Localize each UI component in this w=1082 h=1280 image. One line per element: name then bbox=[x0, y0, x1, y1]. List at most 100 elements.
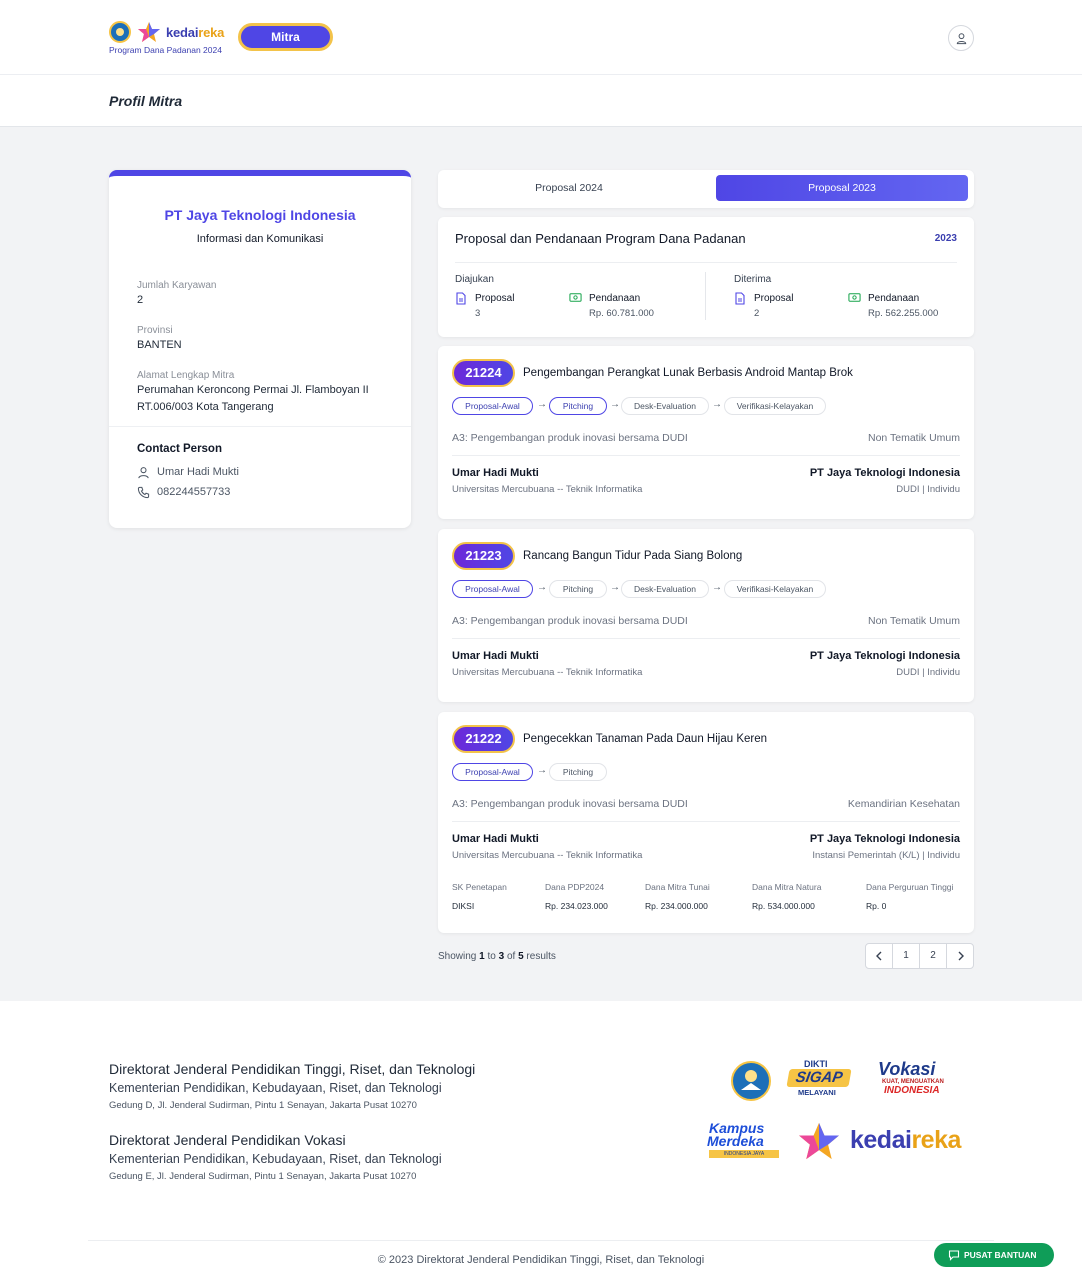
phone-icon bbox=[137, 486, 150, 499]
tab-proposal-2023[interactable]: Proposal 2023 bbox=[716, 175, 968, 201]
next-page-button[interactable] bbox=[947, 944, 974, 968]
document-icon bbox=[456, 292, 466, 305]
proposal-card[interactable]: 21222 Pengecekkan Tanaman Pada Daun Hija… bbox=[438, 712, 974, 933]
tutwuri-logo bbox=[731, 1061, 771, 1101]
funding-header: Dana Mitra Tunai bbox=[645, 882, 710, 892]
proposal-card[interactable]: 21224 Pengembangan Perangkat Lunak Berba… bbox=[438, 346, 974, 519]
stat-label: Proposal bbox=[754, 293, 794, 304]
arrow-right-icon: → bbox=[712, 582, 722, 593]
kedaireka-star-icon bbox=[138, 22, 160, 42]
summary-title: Proposal dan Pendanaan Program Dana Pada… bbox=[455, 231, 746, 246]
page-1-button[interactable]: 1 bbox=[893, 944, 920, 968]
kedaireka-footer-logo: kedaireka bbox=[794, 1119, 976, 1163]
divider bbox=[455, 262, 957, 263]
user-icon bbox=[956, 33, 967, 45]
proposer-name: Umar Hadi Mukti bbox=[452, 650, 539, 662]
funding-value: Rp. 0 bbox=[866, 901, 887, 911]
accepted-label: Diterima bbox=[734, 274, 772, 285]
proposal-title[interactable]: Pengembangan Perangkat Lunak Berbasis An… bbox=[523, 367, 853, 379]
funding-header: Dana Mitra Natura bbox=[752, 882, 822, 892]
copyright: © 2023 Direktorat Jenderal Pendidikan Ti… bbox=[377, 1254, 705, 1266]
province-value: BANTEN bbox=[137, 339, 182, 351]
proposer-name: Umar Hadi Mukti bbox=[452, 833, 539, 845]
role-mitra-button[interactable]: Mitra bbox=[238, 23, 333, 51]
stage-proposal-awal: Proposal-Awal bbox=[452, 397, 533, 415]
arrow-right-icon: → bbox=[610, 582, 620, 593]
kedaireka-star-icon bbox=[799, 1122, 839, 1160]
partner-profile-card: PT Jaya Teknologi Indonesia Informasi da… bbox=[109, 170, 411, 528]
partner-company: PT Jaya Teknologi Indonesia bbox=[809, 467, 960, 479]
proposer-name: Umar Hadi Mukti bbox=[452, 467, 539, 479]
summary-year: 2023 bbox=[934, 233, 957, 244]
address-label: Alamat Lengkap Mitra bbox=[137, 370, 235, 381]
stat-label: Pendanaan bbox=[589, 293, 641, 304]
stage-proposal-awal: Proposal-Awal bbox=[452, 763, 533, 781]
stage-pitching: Pitching bbox=[549, 580, 607, 598]
funding-value: Rp. 234.023.000 bbox=[545, 901, 608, 911]
divider bbox=[109, 426, 411, 427]
divider bbox=[452, 455, 960, 456]
proposal-theme: Non Tematik Umum bbox=[868, 615, 960, 627]
stage-pitching: Pitching bbox=[549, 397, 607, 415]
chevron-left-icon bbox=[876, 951, 882, 961]
user-menu-button[interactable] bbox=[948, 25, 974, 51]
footer-ministry: Kementerian Pendidikan, Kebudayaan, Rise… bbox=[109, 1152, 442, 1166]
vokasi-logo: Vokasi KUAT, MENGUATKAN INDONESIA bbox=[878, 1059, 944, 1096]
stage-verifikasi-kelayakan: Verifikasi-Kelayakan bbox=[724, 580, 826, 598]
proposal-title[interactable]: Rancang Bangun Tidur Pada Siang Bolong bbox=[523, 550, 742, 562]
funding-value: DIKSI bbox=[452, 901, 475, 911]
proposal-card[interactable]: 21223 Rancang Bangun Tidur Pada Siang Bo… bbox=[438, 529, 974, 702]
proposal-theme: Non Tematik Umum bbox=[868, 432, 960, 444]
province-label: Provinsi bbox=[137, 325, 173, 336]
funding-header: Dana Perguruan Tinggi bbox=[866, 882, 954, 892]
money-icon bbox=[569, 293, 582, 302]
divider bbox=[452, 821, 960, 822]
help-center-label: PUSAT BANTUAN bbox=[964, 1250, 1037, 1260]
contact-name: Umar Hadi Mukti bbox=[157, 466, 239, 478]
stat-value: 3 bbox=[475, 308, 481, 319]
document-icon bbox=[735, 292, 745, 305]
proposal-id-badge: 21222 bbox=[452, 725, 515, 753]
stage-proposal-awal: Proposal-Awal bbox=[452, 580, 533, 598]
proposal-scheme: A3: Pengembangan produk inovasi bersama … bbox=[452, 615, 688, 627]
page-2-button[interactable]: 2 bbox=[920, 944, 947, 968]
proposal-scheme: A3: Pengembangan produk inovasi bersama … bbox=[452, 432, 688, 444]
help-center-button[interactable]: PUSAT BANTUAN bbox=[934, 1243, 1054, 1267]
company-name: PT Jaya Teknologi Indonesia bbox=[164, 207, 356, 223]
accepted-funding-stat: Pendanaan Rp. 562.255.000 bbox=[848, 291, 958, 321]
partner-company: PT Jaya Teknologi Indonesia bbox=[809, 833, 960, 845]
footer-address: Gedung D, Jl. Jenderal Sudirman, Pintu 1… bbox=[109, 1100, 417, 1111]
stat-value: Rp. 562.255.000 bbox=[868, 308, 939, 319]
partner-company: PT Jaya Teknologi Indonesia bbox=[809, 650, 960, 662]
money-icon bbox=[848, 293, 861, 302]
proposer-university: Universitas Mercubuana -- Teknik Informa… bbox=[452, 667, 643, 678]
stage-pitching: Pitching bbox=[549, 763, 607, 781]
page-title: Profil Mitra bbox=[109, 93, 183, 109]
top-navbar: kedaireka Program Dana Padanan 2024 Mitr… bbox=[0, 0, 1082, 75]
stat-value: 2 bbox=[754, 308, 760, 319]
divider bbox=[452, 638, 960, 639]
dikti-sigap-logo: DIKTI SIGAP MELAYANI bbox=[786, 1059, 852, 1099]
arrow-right-icon: → bbox=[537, 582, 547, 593]
company-sector: Informasi dan Komunikasi bbox=[196, 233, 324, 245]
funding-value: Rp. 534.000.000 bbox=[752, 901, 815, 911]
prev-page-button[interactable] bbox=[866, 944, 893, 968]
proposal-theme: Kemandirian Kesehatan bbox=[847, 798, 960, 810]
stage-verifikasi-kelayakan: Verifikasi-Kelayakan bbox=[724, 397, 826, 415]
brand-wordmark: kedaireka bbox=[166, 25, 225, 40]
footer-org-vokasi: Direktorat Jenderal Pendidikan Vokasi bbox=[109, 1132, 346, 1148]
proposer-university: Universitas Mercubuana -- Teknik Informa… bbox=[452, 484, 643, 495]
arrow-right-icon: → bbox=[712, 399, 722, 410]
divider bbox=[705, 272, 706, 320]
brand-tagline: Program Dana Padanan 2024 bbox=[109, 45, 222, 55]
stat-label: Proposal bbox=[475, 293, 515, 304]
arrow-right-icon: → bbox=[537, 765, 547, 776]
arrow-right-icon: → bbox=[610, 399, 620, 410]
footer-address: Gedung E, Jl. Jenderal Sudirman, Pintu 1… bbox=[109, 1171, 417, 1182]
chat-icon bbox=[948, 1250, 960, 1261]
kedaireka-logo[interactable]: kedaireka Program Dana Padanan 2024 bbox=[109, 20, 234, 56]
kampus-merdeka-logo: Kampus Merdeka INDONESIA JAYA bbox=[707, 1121, 783, 1161]
proposal-title[interactable]: Pengecekkan Tanaman Pada Daun Hijau Kere… bbox=[523, 733, 767, 745]
tab-proposal-2024[interactable]: Proposal 2024 bbox=[443, 175, 695, 201]
divider bbox=[88, 1240, 994, 1241]
